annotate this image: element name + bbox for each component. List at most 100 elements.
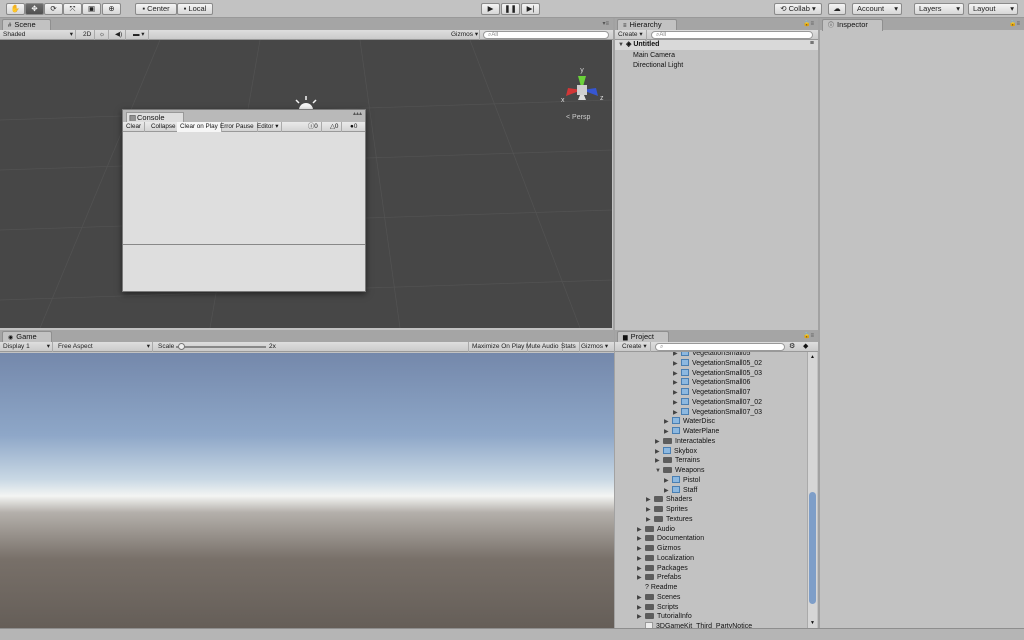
perspective-toggle[interactable]: < Persp <box>566 114 590 121</box>
pivot-local-button[interactable]: ▪ Local <box>177 3 213 15</box>
game-viewport[interactable] <box>0 353 614 628</box>
tab-inspector[interactable]: ⓘ Inspector <box>822 19 883 31</box>
project-item[interactable]: ▶ Textures <box>646 515 692 525</box>
collapse-arrow-icon[interactable]: ▶ <box>664 417 672 427</box>
collapse-arrow-icon[interactable]: ▶ <box>673 398 681 408</box>
project-scrollbar[interactable]: ▲ ▼ <box>807 352 817 628</box>
project-item[interactable]: ▶ Shaders <box>646 495 692 505</box>
project-item[interactable]: ▶ VegetationSmall05_03 <box>673 368 762 379</box>
2d-toggle[interactable]: 2D <box>80 30 96 40</box>
console-error-filter[interactable]: ●0 <box>347 122 360 132</box>
collapse-arrow-icon[interactable]: ▶ <box>637 573 645 583</box>
console-info-filter[interactable]: ⓘ0 <box>305 122 322 132</box>
collapse-arrow-icon[interactable]: ▶ <box>673 388 681 398</box>
filter-type-icon[interactable]: ⚙ <box>789 342 795 350</box>
hierarchy-item[interactable]: Main Camera <box>633 51 675 61</box>
move-tool-button[interactable]: ✥ <box>25 3 44 15</box>
project-item[interactable]: ▶ WaterPlane <box>664 427 719 437</box>
rotate-tool-button[interactable]: ⟳ <box>44 3 63 15</box>
lighting-toggle[interactable]: ☼ <box>96 30 109 40</box>
effects-dropdown[interactable]: ▬ ▾ <box>130 30 149 40</box>
stats-toggle[interactable]: Stats <box>558 342 580 352</box>
play-button[interactable]: ▶ <box>481 3 500 15</box>
project-item[interactable]: ▶ Prefabs <box>637 573 681 583</box>
scale-tool-button[interactable]: ⤧ <box>63 3 82 15</box>
lock-icon[interactable]: 🔒≡ <box>1009 20 1020 27</box>
project-item[interactable]: ▶ Documentation <box>637 534 704 544</box>
collapse-arrow-icon[interactable]: ▶ <box>637 544 645 554</box>
hierarchy-create-dropdown[interactable]: Create ▾ <box>615 30 647 40</box>
project-item[interactable]: ▶ Skybox <box>655 446 697 457</box>
project-item[interactable]: ▶ VegetationSmall07 <box>673 388 750 398</box>
hierarchy-search-input[interactable]: ⌕All <box>651 31 813 39</box>
console-editor-dropdown[interactable]: Editor ▾ <box>254 122 283 132</box>
project-item[interactable]: ▶ Packages <box>637 564 688 574</box>
project-search-input[interactable]: ⌕ <box>655 343 785 351</box>
collapse-arrow-icon[interactable]: ▶ <box>655 447 663 457</box>
rect-tool-button[interactable]: ▣ <box>82 3 101 15</box>
project-item[interactable]: ▶ VegetationSmall07_03 <box>673 407 762 418</box>
collapse-arrow-icon[interactable]: ▶ <box>637 593 645 603</box>
scene-orientation-gizmo[interactable]: y x z <box>558 62 608 112</box>
expand-arrow-icon[interactable]: ▼ <box>618 40 626 50</box>
gizmos-dropdown[interactable]: Gizmos ▾ <box>448 30 480 40</box>
panel-menu-icon[interactable]: ▾≡ <box>602 20 609 27</box>
cloud-button[interactable]: ☁ <box>828 3 846 15</box>
project-item[interactable]: ▶ Interactables <box>655 437 715 447</box>
collapse-arrow-icon[interactable]: ▶ <box>673 408 681 418</box>
game-gizmos-dropdown[interactable]: Gizmos ▾ <box>578 342 611 352</box>
window-controls-icon[interactable]: ▴▴▴ <box>353 110 362 117</box>
project-item[interactable]: ▼ Weapons <box>655 466 704 476</box>
project-create-dropdown[interactable]: Create ▾ <box>619 342 651 352</box>
scroll-down-icon[interactable]: ▼ <box>810 620 815 626</box>
project-item[interactable]: ? Readme <box>637 583 677 593</box>
scrollbar-thumb[interactable] <box>809 492 816 604</box>
collapse-arrow-icon[interactable]: ▶ <box>664 427 672 437</box>
project-item[interactable]: ▶ WaterDisc <box>664 417 715 427</box>
step-button[interactable]: ▶| <box>521 3 540 15</box>
maximize-on-play-toggle[interactable]: Maximize On Play <box>468 342 529 352</box>
scene-menu-icon[interactable]: ≡ <box>810 40 814 47</box>
tab-console[interactable]: ▤ Console <box>126 112 184 122</box>
console-log-list[interactable] <box>123 133 365 245</box>
project-item[interactable]: ▶ Sprites <box>646 505 688 515</box>
collapse-arrow-icon[interactable]: ▶ <box>637 612 645 622</box>
collapse-arrow-icon[interactable]: ▶ <box>646 495 654 505</box>
console-clear-button[interactable]: Clear <box>123 122 146 132</box>
project-item[interactable]: ▶ Audio <box>637 525 675 535</box>
project-item[interactable]: ▶ Terrains <box>655 456 700 466</box>
pivot-center-button[interactable]: ▪ Center <box>135 3 177 15</box>
collapse-arrow-icon[interactable]: ▶ <box>637 603 645 613</box>
shading-mode-dropdown[interactable]: Shaded ▾ <box>0 30 76 40</box>
expand-arrow-icon[interactable]: ▼ <box>655 466 663 476</box>
project-item[interactable]: ▶ TutorialInfo <box>637 612 692 622</box>
project-item[interactable]: ▶ Scenes <box>637 593 680 603</box>
collapse-arrow-icon[interactable]: ▶ <box>637 525 645 535</box>
console-splitter[interactable] <box>123 244 365 245</box>
aspect-dropdown[interactable]: Free Aspect ▾ <box>55 342 153 352</box>
collapse-arrow-icon[interactable]: ▶ <box>655 437 663 447</box>
project-item[interactable]: ▶ Scripts <box>637 603 678 613</box>
collapse-arrow-icon[interactable]: ▶ <box>646 505 654 515</box>
project-item[interactable]: ▶ VegetationSmall07_02 <box>673 397 762 408</box>
project-item[interactable]: ▶ Staff <box>664 485 697 496</box>
project-item[interactable]: ▶ Localization <box>637 554 694 564</box>
pause-button[interactable]: ❚❚ <box>501 3 520 15</box>
project-item[interactable]: ▶ VegetationSmall05_02 <box>673 358 762 369</box>
transform-tool-button[interactable]: ⊕ <box>102 3 121 15</box>
scale-slider-track[interactable] <box>176 343 266 350</box>
collapse-arrow-icon[interactable]: ▶ <box>637 554 645 564</box>
filter-label-icon[interactable]: ◆ <box>803 342 808 350</box>
account-dropdown[interactable]: Account ▾ <box>852 3 902 15</box>
console-collapse-button[interactable]: Collapse <box>148 122 180 132</box>
scroll-up-icon[interactable]: ▲ <box>810 354 815 360</box>
collapse-arrow-icon[interactable]: ▶ <box>673 378 681 388</box>
display-dropdown[interactable]: Display 1 ▾ <box>0 342 53 352</box>
scene-search-input[interactable]: ⌕All <box>483 31 609 39</box>
layers-dropdown[interactable]: Layers ▾ <box>914 3 964 15</box>
collapse-arrow-icon[interactable]: ▶ <box>673 359 681 369</box>
lock-icon[interactable]: 🔒≡ <box>803 332 814 339</box>
audio-toggle[interactable]: ◀) <box>112 30 127 40</box>
hand-tool-button[interactable]: ✋ <box>6 3 25 15</box>
mute-audio-toggle[interactable]: Mute Audio <box>523 342 563 352</box>
